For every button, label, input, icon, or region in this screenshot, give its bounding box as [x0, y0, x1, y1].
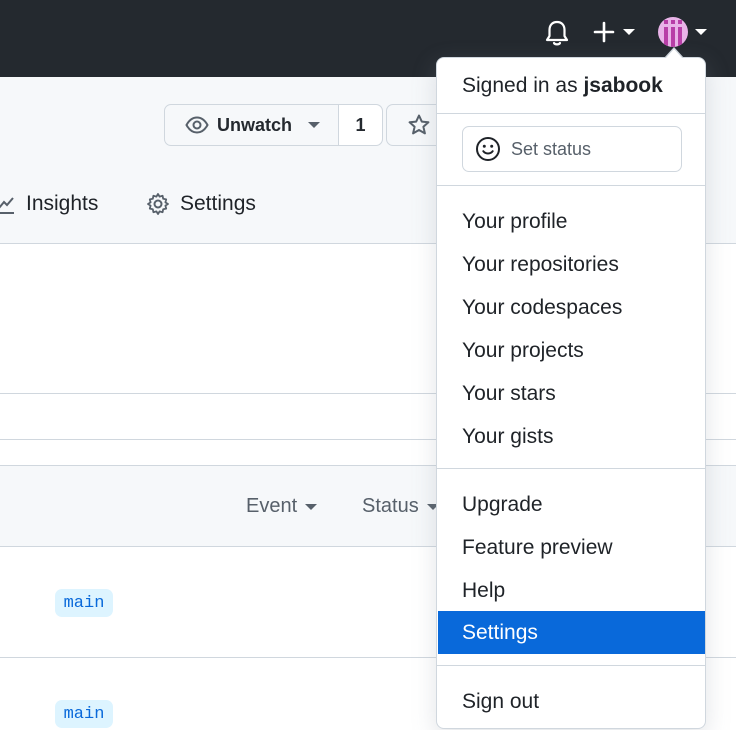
gear-icon: [147, 193, 169, 215]
divider: [437, 468, 705, 469]
status-filter[interactable]: Status: [362, 495, 439, 518]
graph-icon: [0, 197, 14, 214]
tab-settings[interactable]: Settings: [146, 192, 256, 216]
signed-in-prefix: Signed in as: [462, 74, 578, 97]
user-dropdown-menu: Signed in as jsabook Set status Your pro…: [436, 57, 706, 729]
tab-insights[interactable]: Insights: [0, 192, 98, 216]
smiley-icon: [476, 137, 500, 161]
chevron-down-icon: [305, 503, 318, 510]
tab-settings-label: Settings: [180, 192, 256, 215]
avatar: [658, 17, 688, 47]
branch-badge[interactable]: main: [55, 589, 113, 617]
chevron-down-icon: [623, 29, 635, 35]
menu-item-your-projects[interactable]: Your projects: [437, 329, 705, 372]
signed-in-header: Signed in as jsabook: [462, 74, 663, 98]
menu-item-your-gists[interactable]: Your gists: [437, 415, 705, 458]
notifications-button[interactable]: [544, 19, 570, 47]
divider: [437, 665, 705, 666]
chevron-down-icon: [308, 122, 321, 128]
chevron-down-icon: [695, 29, 707, 35]
set-status-button[interactable]: Set status: [462, 126, 682, 172]
menu-item-your-codespaces[interactable]: Your codespaces: [437, 286, 705, 329]
dropdown-caret-inner: [665, 49, 683, 59]
user-menu-button[interactable]: [658, 17, 707, 47]
watch-button-group: Unwatch 1: [164, 104, 384, 146]
menu-item-upgrade[interactable]: Upgrade: [437, 483, 705, 526]
event-filter[interactable]: Event: [246, 495, 318, 518]
username: jsabook: [583, 74, 663, 97]
menu-item-your-stars[interactable]: Your stars: [437, 372, 705, 415]
branch-badge[interactable]: main: [55, 700, 113, 728]
star-icon: [408, 114, 430, 135]
menu-item-help[interactable]: Help: [437, 569, 705, 612]
divider: [437, 113, 705, 114]
event-filter-label: Event: [246, 495, 298, 517]
unwatch-button[interactable]: Unwatch: [165, 105, 340, 145]
plus-icon: [593, 21, 615, 43]
status-filter-label: Status: [362, 495, 419, 517]
menu-item-settings[interactable]: Settings: [438, 611, 705, 654]
menu-item-your-repositories[interactable]: Your repositories: [437, 243, 705, 286]
create-new-button[interactable]: [593, 21, 635, 43]
watchers-count[interactable]: 1: [339, 105, 383, 145]
set-status-label: Set status: [511, 138, 592, 159]
eye-icon: [185, 116, 209, 134]
bell-icon: [545, 20, 569, 46]
menu-item-feature-preview[interactable]: Feature preview: [437, 526, 705, 569]
menu-item-sign-out[interactable]: Sign out: [437, 680, 705, 723]
unwatch-label: Unwatch: [217, 114, 293, 135]
divider: [437, 185, 705, 186]
menu-item-your-profile[interactable]: Your profile: [437, 200, 705, 243]
tab-insights-label: Insights: [26, 192, 99, 215]
